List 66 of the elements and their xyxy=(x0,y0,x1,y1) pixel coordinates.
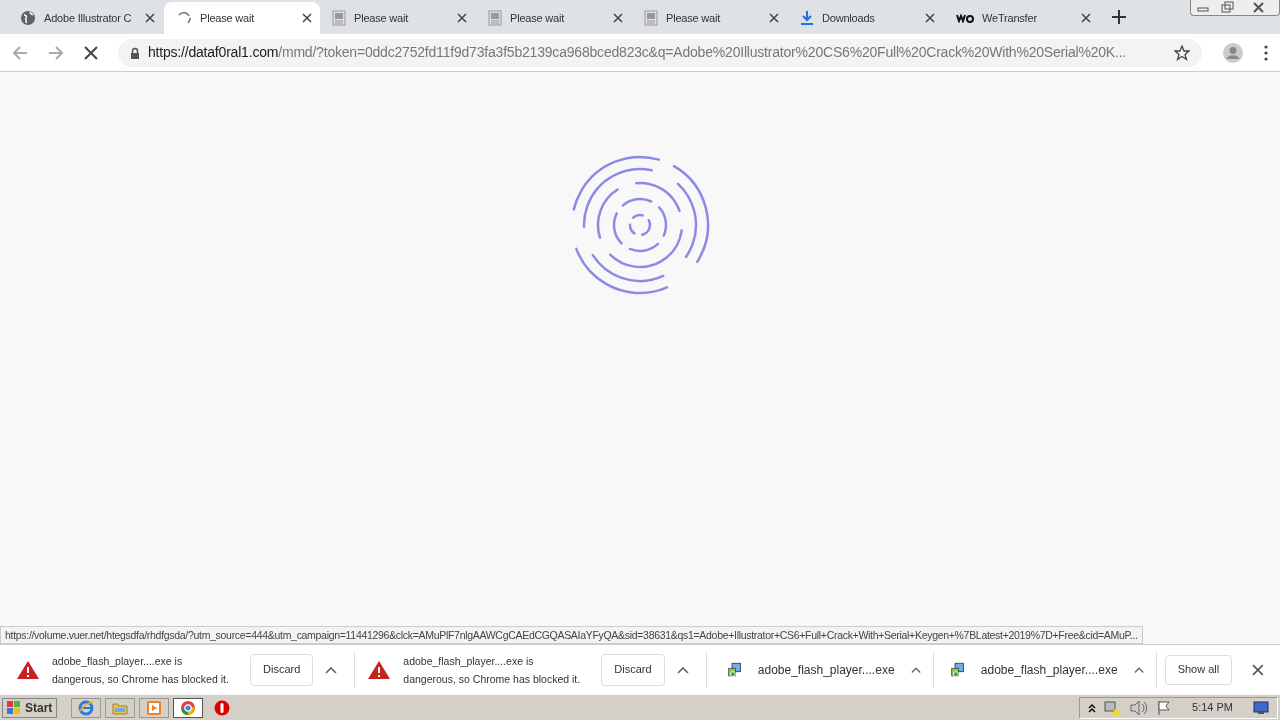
caret-icon[interactable] xyxy=(325,665,338,674)
discard-button[interactable]: Discard xyxy=(601,653,665,686)
stop-sign-icon xyxy=(214,699,231,716)
chrome-icon xyxy=(180,699,197,716)
taskbar-button[interactable] xyxy=(173,697,204,718)
url-text: https://dataf0ral1.com/mmd/?token=0ddc2752fd11f9d73fa3f5b2139ca968bced823c&q=Adobe%20Illustrator%20CS6%20Full%20Crack%20With%20Serial%20K... xyxy=(148,43,1127,62)
close-icon[interactable] xyxy=(769,13,779,23)
tab-title: Please wait xyxy=(200,10,256,26)
caret-icon[interactable] xyxy=(910,665,921,674)
loading-icon xyxy=(176,10,192,26)
browser-tab[interactable]: Adobe Illustrator C xyxy=(8,2,164,34)
download-icon xyxy=(800,10,814,26)
browser-tab[interactable]: Please wait xyxy=(320,2,476,34)
browser-tab[interactable]: Please wait xyxy=(476,2,632,34)
new-tab-icon[interactable] xyxy=(1112,10,1126,24)
star-icon[interactable] xyxy=(1174,44,1190,61)
tab-title: Downloads xyxy=(822,10,876,26)
globe-icon xyxy=(20,10,36,26)
page-icon xyxy=(488,10,502,26)
download-file-name[interactable]: adobe_flash_player....exe xyxy=(980,660,1118,679)
browser-tab[interactable]: Downloads xyxy=(788,2,944,34)
caret-icon[interactable] xyxy=(1133,665,1144,674)
show-all-button[interactable]: Show all xyxy=(1164,654,1233,685)
address-bar[interactable]: https://dataf0ral1.com/mmd/?token=0ddc2752fd11f9d73fa3f5b2139ca968bced823c&q=Adobe%20Illustrator%20CS6%20Full%20Crack%20With%20Serial%20K... xyxy=(118,38,1202,67)
browser-tab[interactable]: Please wait xyxy=(632,2,788,34)
close-icon[interactable] xyxy=(457,13,467,23)
clock-text: 5:14 PM xyxy=(1191,700,1234,716)
discard-button[interactable]: Discard xyxy=(250,653,314,686)
profile-avatar-icon[interactable] xyxy=(1222,41,1244,64)
download-warning-text: adobe_flash_player....exe is dangerous, so Chrome has blocked it. xyxy=(403,653,582,687)
close-icon[interactable] xyxy=(302,13,312,23)
wetransfer-logo-icon xyxy=(956,13,974,23)
close-icon[interactable] xyxy=(145,13,155,23)
media-player-icon xyxy=(146,699,163,716)
show-desktop-icon[interactable] xyxy=(1253,700,1269,715)
warning-icon xyxy=(16,659,40,680)
show-hidden-icons-icon[interactable] xyxy=(1088,702,1097,713)
page-icon xyxy=(644,10,658,26)
browser-e-icon xyxy=(78,699,95,716)
start-button[interactable]: Start xyxy=(2,697,58,718)
installer-file-icon xyxy=(726,660,742,679)
lock-icon xyxy=(130,46,140,59)
warning-icon xyxy=(367,659,392,680)
close-icon[interactable] xyxy=(613,13,623,23)
download-file-name[interactable]: adobe_flash_player....exe xyxy=(757,660,895,679)
download-warning-text: adobe_flash_player....exe is dangerous, so Chrome has blocked it. xyxy=(52,653,230,687)
status-url-bubble: https://volume.vuer.net/htegsdfa/rhdfgsda/?utm_source=444&utm_campaign=11441296&clck=AMuPlF7nlgAAWCgCAEdCGQASAIaYFyQA&sid=38631&qs1=Adobe+Illustrator+CS6+Full+Crack+With+Serial+Keygen+%7BLatest+2019%7D+Free&cid=AMuP... xyxy=(0,626,1143,644)
close-icon[interactable] xyxy=(1252,663,1264,676)
page-icon xyxy=(332,10,346,26)
stop-loading-icon[interactable] xyxy=(84,45,98,60)
flag-icon[interactable] xyxy=(1156,699,1173,716)
menu-icon[interactable] xyxy=(1264,44,1268,61)
close-icon[interactable] xyxy=(925,13,935,23)
tab-title: Please wait xyxy=(354,10,410,26)
caret-icon[interactable] xyxy=(676,665,689,674)
browser-tab[interactable]: WeTransfer xyxy=(944,2,1100,34)
tab-title: Adobe Illustrator C xyxy=(44,10,133,26)
tab-title: Please wait xyxy=(666,10,722,26)
installer-file-icon xyxy=(949,660,965,679)
browser-tab[interactable]: Please wait xyxy=(164,2,320,34)
network-warning-icon[interactable] xyxy=(1104,699,1123,716)
windows-logo-icon xyxy=(7,700,21,715)
tab-title: Please wait xyxy=(510,10,566,26)
tab-title: WeTransfer xyxy=(982,10,1038,26)
speaker-icon[interactable] xyxy=(1130,699,1149,716)
close-icon[interactable] xyxy=(1081,13,1091,23)
